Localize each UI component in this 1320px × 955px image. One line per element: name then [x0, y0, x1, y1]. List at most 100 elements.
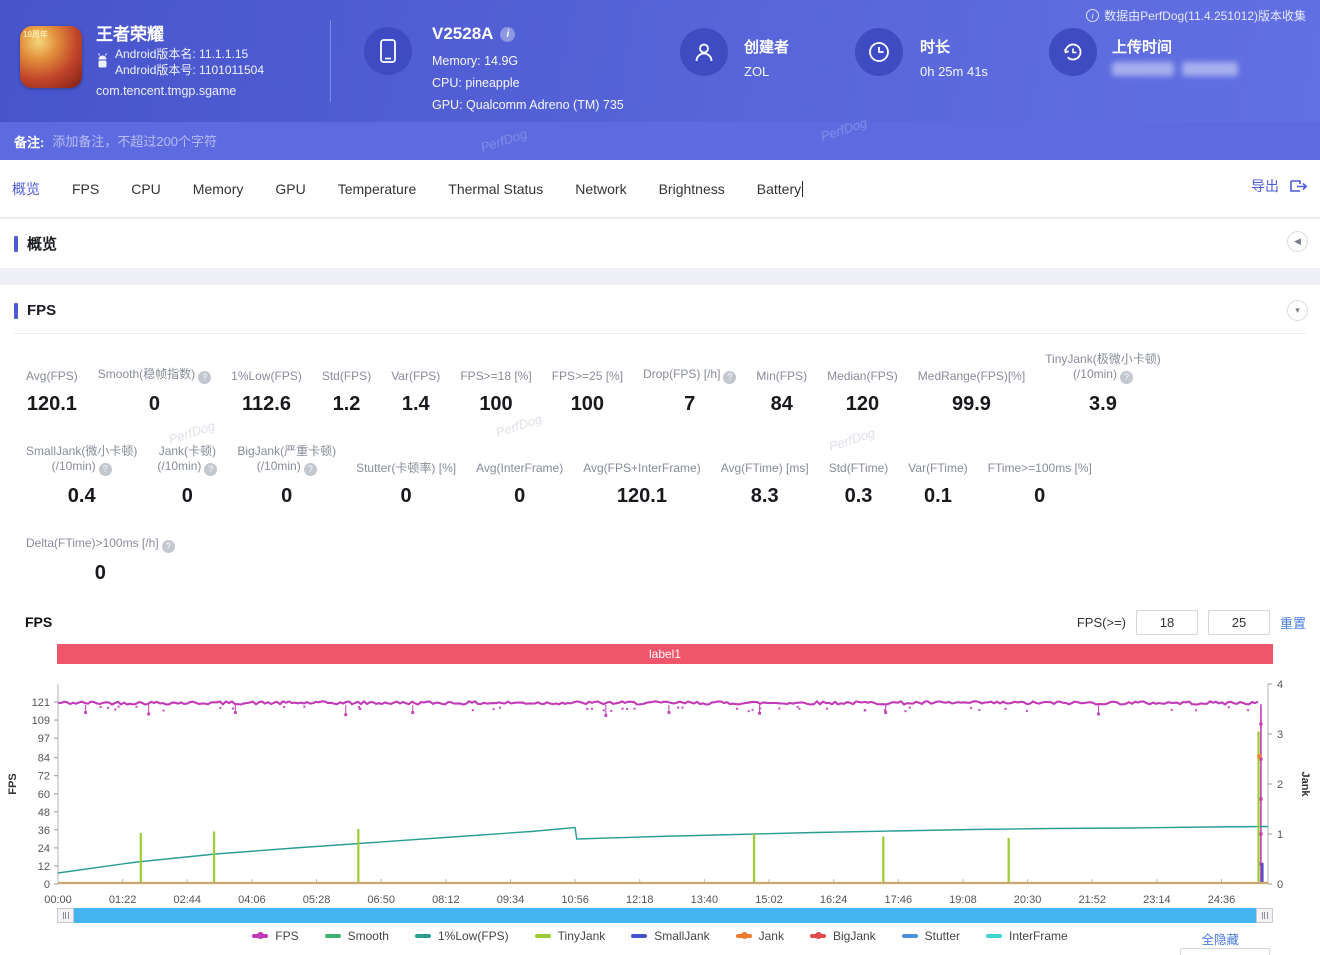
note-label: 备注: [14, 134, 45, 150]
hide-all-series-link[interactable]: 全隐藏 [1201, 929, 1239, 948]
tab-brightness[interactable]: Brightness [659, 181, 725, 197]
y-left-axis-title: FPS [7, 773, 19, 794]
svg-text:0: 0 [44, 879, 50, 891]
stat-item: BigJank(严重卡顿) (/10min)? 0 [227, 444, 346, 508]
svg-text:72: 72 [38, 771, 50, 783]
legend-item-interframe[interactable]: InterFrame [986, 929, 1068, 943]
svg-text:17:46: 17:46 [885, 894, 913, 906]
stat-label: Delta(FTime)>100ms [/h]? [26, 536, 175, 553]
help-icon[interactable]: ? [1119, 371, 1133, 384]
section-accent-bar [14, 235, 18, 252]
stat-item: 1%Low(FPS) 112.6 [221, 369, 312, 416]
stat-label: FPS>=18 [%] [460, 369, 532, 383]
legend-item-smooth[interactable]: Smooth [324, 929, 389, 943]
help-icon[interactable]: ? [204, 463, 218, 476]
device-info-icon[interactable]: i [500, 26, 516, 42]
range-handle-right[interactable] [1256, 908, 1273, 923]
legend-item-1-low-fps-[interactable]: 1%Low(FPS) [414, 929, 509, 943]
legend-marker [986, 934, 1003, 938]
fps-collapse-button[interactable]: ▾ [1287, 300, 1308, 321]
stat-item: SmallJank(微小卡顿) (/10min)? 0.4 [16, 444, 147, 508]
stat-item: Avg(FPS) 120.1 [16, 369, 88, 416]
legend-marker [414, 934, 431, 938]
legend-label: 1%Low(FPS) [437, 929, 509, 943]
svg-text:0: 0 [1277, 879, 1283, 891]
stat-value: 84 [770, 393, 793, 415]
svg-text:1: 1 [1277, 829, 1283, 841]
legend-item-smalljank[interactable]: SmallJank [631, 929, 710, 943]
stat-value: 112.6 [242, 393, 291, 415]
tab-cpu[interactable]: CPU [131, 181, 161, 197]
stat-label: Avg(FPS) [26, 369, 78, 383]
tab-thermal-status[interactable]: Thermal Status [448, 181, 543, 197]
fps-threshold-input-1[interactable] [1135, 610, 1198, 635]
stat-label: FTime>=100ms [%] [987, 461, 1092, 475]
legend-marker [735, 932, 752, 939]
metric-tab-bar: 概览 FPS CPU Memory GPU Temperature Thermal Stat… [0, 160, 1320, 218]
user-icon [695, 43, 713, 62]
legend-item-fps[interactable]: FPS [252, 929, 299, 943]
device-cpu: CPU: pineapple [432, 76, 520, 90]
svg-text:15:02: 15:02 [755, 894, 783, 906]
android-version-name: Android版本名: 11.1.1.15 [115, 47, 249, 61]
help-icon[interactable]: ? [161, 540, 175, 553]
legend-label: SmallJank [654, 929, 710, 943]
android-version-block: Android版本名: 11.1.1.15 Android版本号: 110101… [96, 46, 264, 78]
stat-label: Drop(FPS) [/h]? [643, 367, 737, 384]
game-title: 王者荣耀 [96, 25, 164, 44]
legend-label: InterFrame [1009, 929, 1068, 943]
device-gpu: GPU: Qualcomm Adreno (TM) 735 [432, 98, 624, 112]
legend-item-tinyjank[interactable]: TinyJank [534, 929, 605, 943]
svg-text:4: 4 [1277, 679, 1283, 691]
export-button[interactable]: 导出 [1251, 176, 1279, 196]
help-icon[interactable]: ? [98, 463, 112, 476]
svg-text:97: 97 [38, 733, 50, 745]
legend-item-jank[interactable]: Jank [735, 929, 784, 943]
fps-jank-chart: 121 109 97 84 72 60 48 36 24 12 0 4 3 2 1 0 00:00 01:22 02… [7, 679, 1311, 906]
overview-collapse-button[interactable]: ◀ [1287, 231, 1308, 252]
duration-value: 0h 25m 41s [920, 64, 988, 79]
info-icon: i [1086, 9, 1100, 22]
tab-fps[interactable]: FPS [72, 181, 99, 197]
svg-text:2: 2 [1277, 779, 1283, 791]
stat-item: Std(FPS) 1.2 [312, 369, 381, 416]
stat-value: 0.1 [924, 485, 952, 507]
help-icon[interactable]: ? [723, 371, 737, 384]
fps-threshold-input-2[interactable] [1207, 610, 1270, 635]
stat-label: BigJank(严重卡顿) (/10min)? [237, 444, 337, 476]
stat-item: FPS>=18 [%] 100 [450, 369, 541, 416]
threshold-reset-link[interactable]: 重置 [1280, 613, 1306, 632]
help-icon[interactable]: ? [198, 371, 212, 384]
stat-item: Min(FPS) 84 [746, 369, 817, 416]
history-clock-icon [1064, 43, 1082, 61]
stat-item: Std(FTime) 0.3 [819, 461, 899, 508]
stat-value: 120 [845, 393, 880, 415]
svg-text:24:36: 24:36 [1208, 894, 1236, 906]
tab-gpu[interactable]: GPU [275, 181, 305, 197]
stat-value: 0 [1034, 485, 1046, 507]
stat-value: 8.3 [750, 485, 779, 507]
clock-icon [869, 42, 889, 62]
note-input[interactable] [52, 133, 853, 149]
help-icon[interactable]: ? [303, 463, 317, 476]
stat-value: 0.4 [67, 485, 96, 507]
svg-text:3: 3 [1277, 729, 1283, 741]
legend-item-bigjank[interactable]: BigJank [809, 929, 876, 943]
tab-概览[interactable]: 概览 [12, 179, 40, 199]
legend-marker [534, 934, 551, 938]
tab-memory[interactable]: Memory [193, 181, 244, 197]
range-handle-left[interactable] [57, 908, 74, 923]
frametime-input[interactable] [1179, 948, 1270, 955]
legend-item-stutter[interactable]: Stutter [901, 929, 960, 943]
export-icon[interactable] [1289, 177, 1308, 195]
tab-network[interactable]: Network [575, 181, 626, 197]
header-divider [330, 20, 331, 102]
tab-temperature[interactable]: Temperature [338, 181, 417, 197]
stat-value: 120.1 [616, 485, 667, 507]
stat-label: Median(FPS) [827, 369, 898, 383]
tab-battery[interactable]: Battery [757, 180, 804, 197]
stat-label: Std(FTime) [828, 461, 889, 475]
svg-text:109: 109 [32, 715, 50, 727]
chart-range-scrollbar[interactable] [57, 908, 1273, 923]
frametime-reset-link[interactable]: 重置 [1280, 952, 1306, 955]
